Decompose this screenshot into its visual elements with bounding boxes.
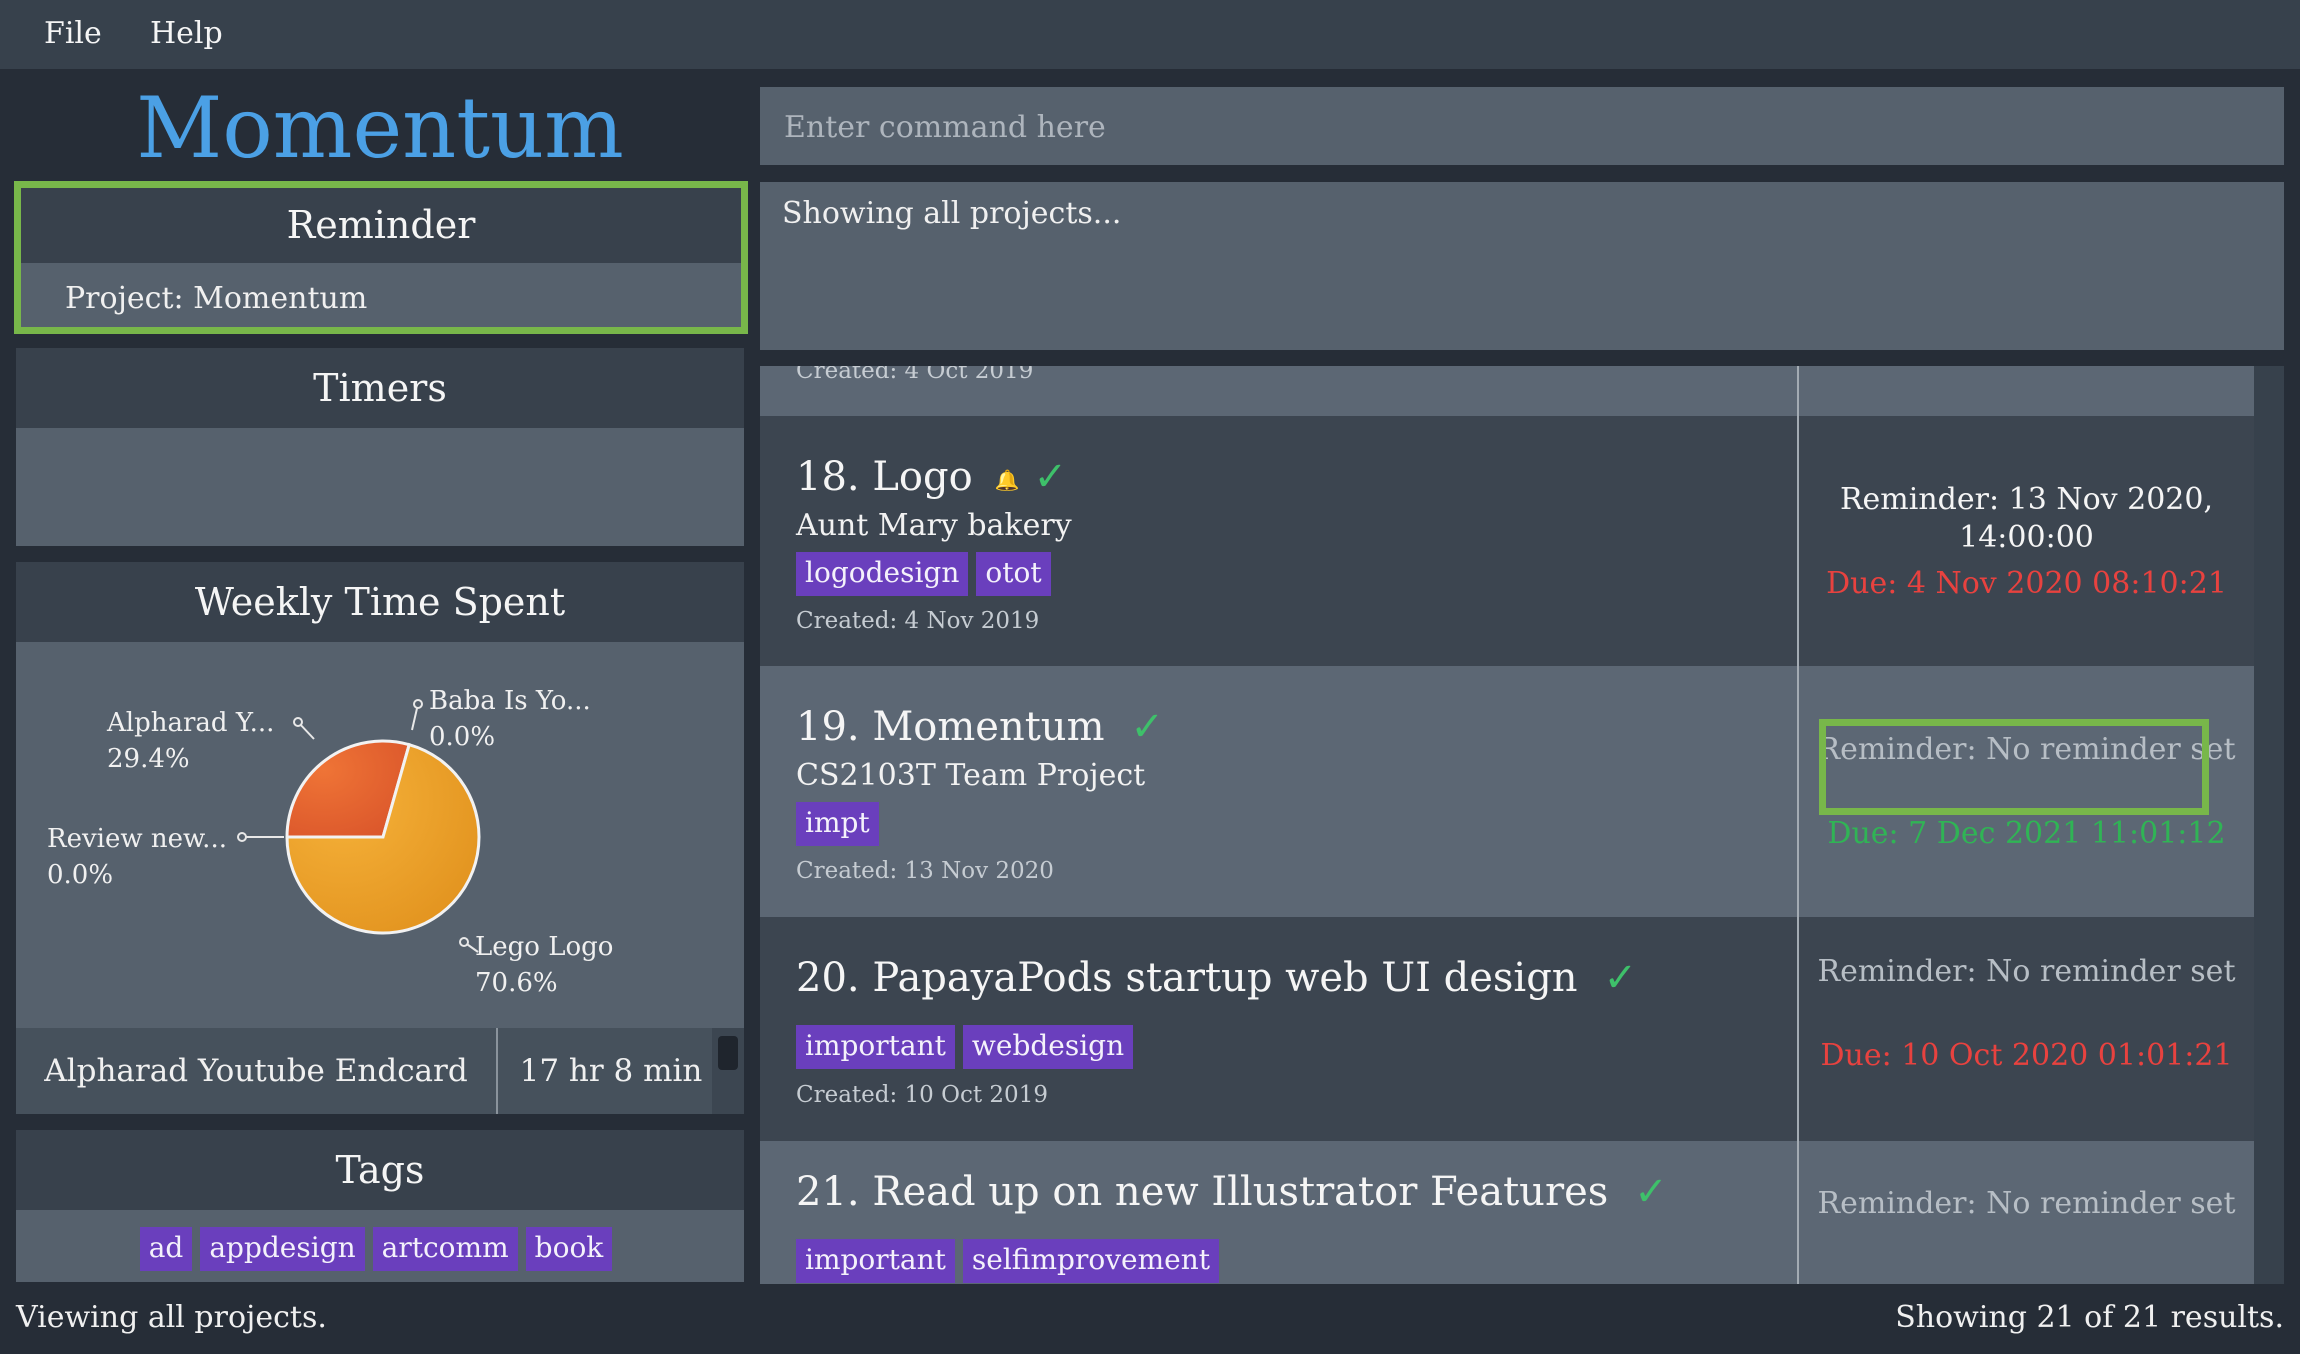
project-card[interactable]: 18. Logo 🔔 ✓ Aunt Mary bakery logodesign ot… — [760, 416, 2254, 666]
project-description: CS2103T Team Project — [796, 758, 1146, 793]
project-due: Due: 7 Dec 2021 11:01:12 — [1827, 816, 2226, 851]
project-created: Created: 4 Nov 2019 — [796, 608, 1040, 634]
project-due: Due: 4 Nov 2020 08:10:21 — [1826, 566, 2227, 601]
command-box — [760, 87, 2284, 167]
bell-icon: 🔔 — [994, 468, 1020, 492]
time-scroll-thumb[interactable] — [718, 1036, 738, 1070]
tag-artcomm[interactable]: artcomm — [372, 1227, 518, 1271]
tag-ad[interactable]: ad — [139, 1227, 193, 1271]
project-title: 18. Logo — [796, 454, 973, 500]
result-text: Showing all projects... — [782, 196, 1122, 231]
project-description: Aunt Mary bakery — [796, 508, 1072, 543]
tag-appdesign[interactable]: appdesign — [200, 1227, 365, 1271]
tags-list: ad appdesign artcomm book — [16, 1210, 744, 1282]
weekly-time-title: Weekly Time Spent — [16, 562, 744, 642]
tag-book[interactable]: book — [525, 1227, 613, 1271]
check-icon: ✓ — [1634, 1169, 1668, 1215]
project-title: 21. Read up on new Illustrator Features — [796, 1169, 1609, 1215]
pie-value-lego: 70.6% — [475, 968, 558, 998]
reminder-text: Project: Momentum — [65, 281, 368, 316]
project-created: Created: 4 Oct 2019 — [796, 366, 1034, 384]
result-display: Showing all projects... — [760, 182, 2284, 350]
pie-chart: Alpharad Y... 29.4% Baba Is Yo... 0.0% R… — [47, 686, 613, 998]
project-created: Created: 13 Nov 2020 — [796, 858, 1054, 884]
menu-bar: File Help — [0, 0, 2300, 69]
results-count: Showing 21 of 21 results. — [1895, 1300, 2284, 1335]
project-reminder: Reminder: No reminder set — [1817, 954, 2236, 989]
project-card[interactable]: Created: 4 Oct 2019 — [760, 366, 2254, 416]
reminder-highlight — [1819, 719, 2209, 815]
tag-important[interactable]: important — [796, 1025, 955, 1069]
pie-value-baba: 0.0% — [429, 722, 495, 752]
project-due: Due: 10 Oct 2020 01:01:21 — [1820, 1038, 2233, 1073]
check-icon: ✓ — [1130, 704, 1165, 750]
column-divider — [1797, 917, 1799, 1141]
project-card[interactable]: 20. PapayaPods startup web UI design ✓ im… — [760, 917, 2254, 1141]
menu-file[interactable]: File — [44, 16, 102, 51]
reminder-panel: Reminder Project: Momentum — [14, 181, 748, 334]
pie-value-review: 0.0% — [47, 860, 113, 890]
app-title: Momentum — [136, 79, 624, 177]
check-icon: ✓ — [1603, 955, 1638, 1001]
tag-impt[interactable]: impt — [796, 802, 879, 846]
project-created: Created: 10 Oct 2019 — [796, 1082, 1048, 1108]
status-message: Viewing all projects. — [16, 1300, 327, 1335]
column-divider — [1797, 666, 1799, 917]
project-reminder: Reminder: 13 Nov 2020, 14:00:00 — [1839, 482, 2214, 555]
project-title: 19. Momentum — [796, 704, 1105, 750]
pie-label-review: Review new... — [47, 824, 227, 854]
pie-label-alpharad: Alpharad Y... — [106, 708, 274, 738]
project-reminder: Reminder: No reminder set — [1817, 1186, 2236, 1221]
time-scrollbar[interactable] — [712, 1028, 744, 1114]
time-spent-row[interactable]: Alpharad Youtube Endcard 17 hr 8 min — [16, 1028, 744, 1114]
time-spent-project: Alpharad Youtube Endcard — [44, 1053, 468, 1089]
pie-label-lego: Lego Logo — [475, 932, 613, 962]
pie-label-baba: Baba Is Yo... — [429, 686, 591, 716]
pie-value-alpharad: 29.4% — [107, 744, 190, 774]
time-spent-value: 17 hr 8 min — [519, 1053, 703, 1089]
column-divider — [1797, 366, 1799, 416]
timers-title: Timers — [16, 348, 744, 428]
tag-selfimprovement[interactable]: selfimprovement — [962, 1239, 1219, 1283]
tags-title: Tags — [16, 1130, 744, 1210]
tag-important[interactable]: important — [796, 1239, 955, 1283]
menu-help[interactable]: Help — [150, 16, 223, 51]
timers-body — [16, 428, 744, 546]
tag-logodesign[interactable]: logodesign — [796, 552, 969, 596]
tag-webdesign[interactable]: webdesign — [962, 1025, 1134, 1069]
weekly-time-chart: Alpharad Y... 29.4% Baba Is Yo... 0.0% R… — [16, 642, 744, 1028]
project-title: 20. PapayaPods startup web UI design — [796, 955, 1578, 1001]
reminder-title: Reminder — [21, 188, 741, 263]
check-icon: ✓ — [1033, 454, 1068, 500]
tag-otot[interactable]: otot — [976, 552, 1051, 596]
project-list: Created: 4 Oct 2019 18. Logo 🔔 ✓ Aunt Mary… — [760, 366, 2284, 1284]
project-card[interactable]: 21. Read up on new Illustrator Features ✓… — [760, 1141, 2254, 1284]
status-bar: Viewing all projects. Showing 21 of 21 r… — [0, 1284, 2300, 1354]
command-input[interactable] — [782, 87, 2266, 167]
